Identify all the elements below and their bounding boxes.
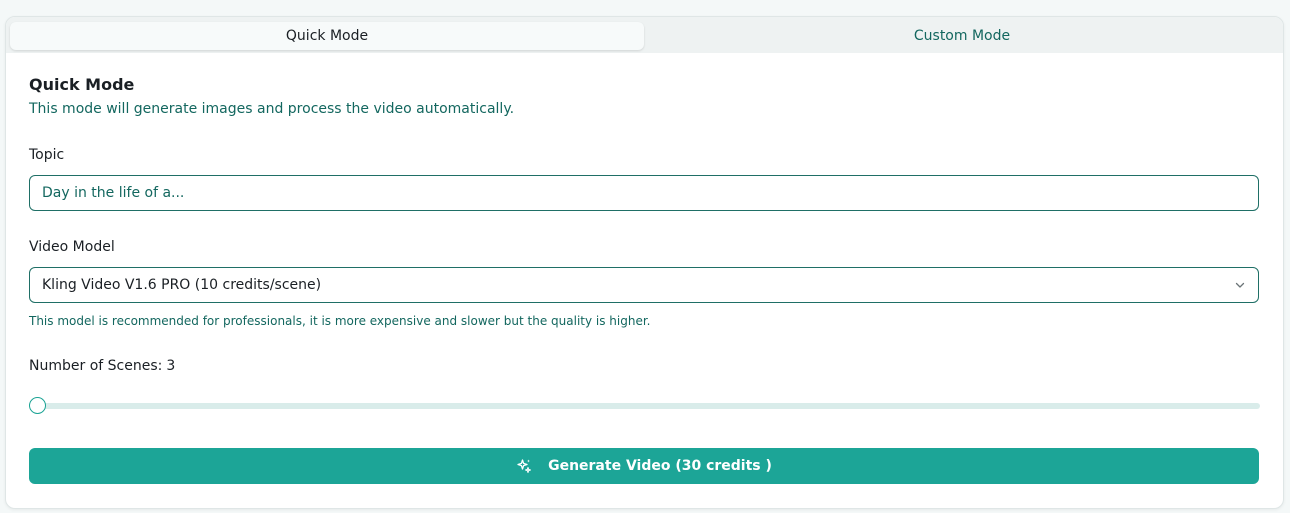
slider-track[interactable] <box>29 403 1260 409</box>
number-of-scenes-label: Number of Scenes: 3 <box>29 358 175 374</box>
slider-thumb[interactable] <box>29 397 46 414</box>
scenes-count: 3 <box>166 358 176 374</box>
section-title: Quick Mode <box>29 75 135 94</box>
scenes-label-text: Number of Scenes: <box>29 358 163 374</box>
topic-input[interactable] <box>29 175 1259 211</box>
generate-video-button[interactable]: Generate Video (30 credits ) <box>29 448 1259 484</box>
chevron-down-icon <box>1234 279 1246 291</box>
video-model-select[interactable]: Kling Video V1.6 PRO (10 credits/scene) <box>29 267 1259 303</box>
tab-quick-mode[interactable]: Quick Mode <box>10 22 644 50</box>
section-description: This mode will generate images and proce… <box>29 101 515 117</box>
video-model-label: Video Model <box>29 239 115 255</box>
sparkle-icon <box>516 458 532 474</box>
generate-video-label: Generate Video (30 credits ) <box>548 458 772 474</box>
topic-label: Topic <box>29 147 65 163</box>
scenes-slider[interactable] <box>29 397 1260 415</box>
video-generator-panel: Quick Mode Custom Mode Quick Mode This m… <box>5 16 1284 509</box>
tab-custom-mode[interactable]: Custom Mode <box>645 22 1279 50</box>
video-model-helper-text: This model is recommended for profession… <box>29 314 651 328</box>
mode-tabs: Quick Mode Custom Mode <box>6 17 1283 53</box>
video-model-selected-value: Kling Video V1.6 PRO (10 credits/scene) <box>42 277 322 293</box>
